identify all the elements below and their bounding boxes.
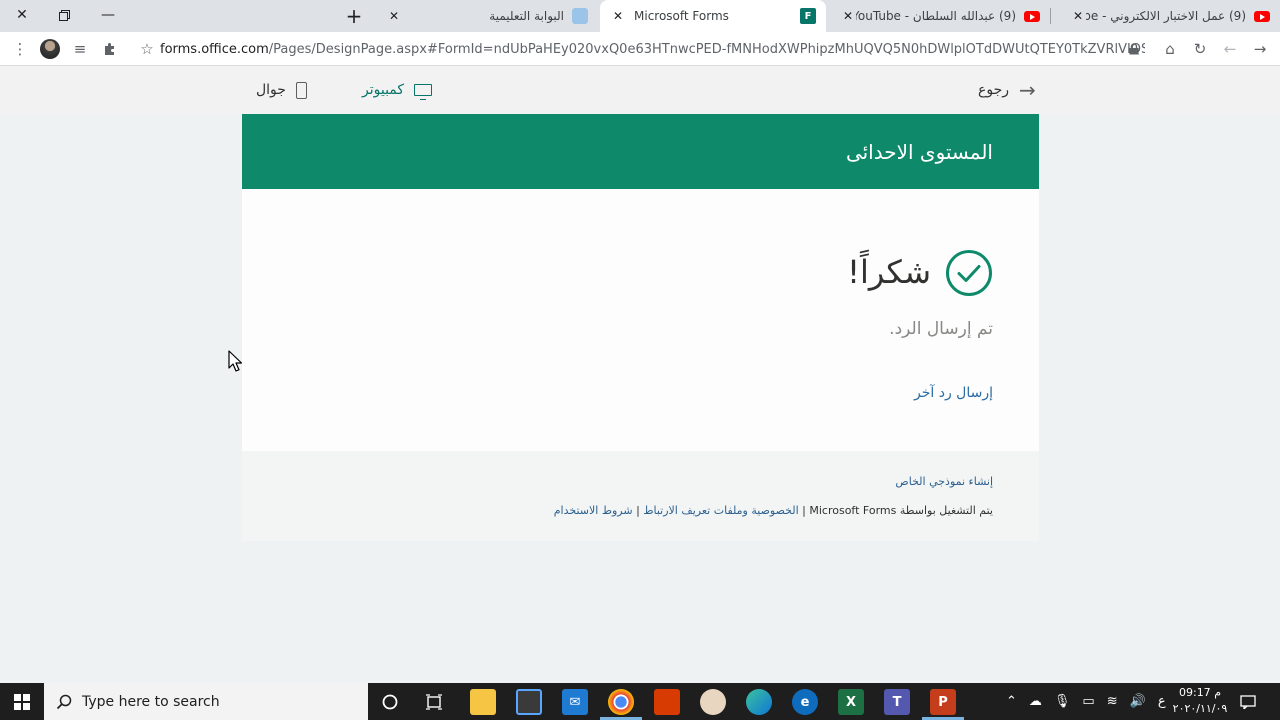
separator: | (636, 504, 640, 517)
speaker-icon[interactable]: 🔊 (1130, 694, 1146, 709)
excel-icon[interactable]: X (838, 689, 864, 715)
close-window-button[interactable]: ✕ (0, 0, 44, 30)
microphone-icon[interactable]: 🎙 (1054, 694, 1071, 709)
notification-icon[interactable] (1240, 683, 1256, 720)
teams-icon[interactable]: T (884, 689, 910, 715)
mobile-view-button[interactable]: جوال (256, 78, 307, 102)
preview-view-bar: → رجوع كمبيوتر جوال (0, 66, 1280, 114)
lock-icon[interactable] (1122, 37, 1146, 61)
chrome-icon[interactable] (608, 689, 634, 715)
forward-arrow-icon[interactable]: → (1248, 37, 1272, 61)
language-indicator[interactable]: ع (1158, 694, 1166, 709)
paint-app-icon[interactable] (700, 689, 726, 715)
windows-logo-icon (14, 693, 30, 710)
form-header: المستوى الاحدائى (242, 114, 1039, 189)
restore-window-button[interactable] (42, 0, 86, 30)
new-tab-button[interactable]: + (340, 4, 368, 28)
address-bar[interactable]: forms.office.com/Pages/DesignPage.aspx#F… (160, 37, 1145, 61)
clock-date: ٢٠٢٠/١١/٠٩ (1172, 702, 1228, 715)
system-tray: ⌃ ☁ 🎙 ▭ ≋ 🔊 ع (1006, 683, 1166, 720)
menu-icon[interactable]: ⋮ (8, 37, 32, 61)
start-button[interactable] (0, 683, 44, 720)
tab-title: (9) عمل الاختبار الالكتروني - YouTube (1086, 9, 1246, 23)
computer-label: كمبيوتر (362, 82, 405, 98)
reading-list-icon[interactable]: ≡ (68, 37, 92, 61)
check-circle-icon (946, 250, 992, 296)
reload-icon[interactable]: ↻ (1188, 37, 1212, 61)
battery-icon[interactable]: ▭ (1082, 694, 1094, 709)
youtube-icon (1024, 8, 1040, 24)
extensions-icon[interactable] (98, 37, 122, 61)
back-label: رجوع (978, 82, 1010, 98)
powerpoint-icon[interactable]: P (930, 689, 956, 715)
thanks-heading: شكراً! (847, 253, 931, 291)
monitor-icon (414, 84, 433, 100)
response-submitted-text: تم إرسال الرد. (889, 319, 993, 339)
bookmark-star-icon[interactable]: ☆ (135, 37, 159, 61)
forms-icon: F (800, 8, 816, 24)
microsoft-store-icon[interactable] (516, 689, 542, 715)
search-placeholder: Type here to search (82, 693, 220, 710)
close-tab-icon[interactable]: ✕ (386, 9, 402, 23)
phone-icon (295, 81, 307, 99)
tab-youtube-exam[interactable]: (9) عمل الاختبار الالكتروني - YouTube ✕ (1060, 0, 1280, 32)
cortana-icon[interactable] (377, 689, 403, 715)
task-view-icon[interactable] (421, 689, 447, 715)
tab-title: Microsoft Forms (634, 9, 729, 23)
close-tab-icon[interactable]: ✕ (840, 9, 856, 23)
avatar[interactable] (40, 39, 60, 59)
tab-microsoft-forms[interactable]: F Microsoft Forms ✕ (600, 0, 826, 32)
windows-taskbar: Type here to search ✉ e X T P ⌃ ☁ 🎙 ▭ ≋ … (0, 683, 1280, 720)
mail-icon[interactable]: ✉ (562, 689, 588, 715)
browser-tabstrip: ✕ — + (9) عمل الاختبار الالكتروني - YouT… (0, 0, 1280, 32)
separator: | (802, 504, 806, 517)
home-icon[interactable]: ⌂ (1158, 37, 1182, 61)
submit-another-link[interactable]: إرسال رد آخر (914, 385, 993, 401)
computer-view-button[interactable]: كمبيوتر (362, 78, 433, 102)
form-title: المستوى الاحدائى (845, 140, 993, 164)
portal-icon (572, 8, 588, 24)
search-icon (56, 694, 72, 709)
back-arrow-icon[interactable]: ← (1218, 37, 1242, 61)
url-domain: forms.office.com (160, 41, 269, 57)
arrow-right-icon: → (1019, 78, 1036, 102)
minimize-window-button[interactable]: — (86, 0, 130, 30)
file-explorer-icon[interactable] (470, 689, 496, 715)
taskbar-clock[interactable]: 09:17 م ٢٠٢٠/١١/٠٩ (1172, 685, 1228, 717)
edge-icon[interactable] (746, 689, 772, 715)
edge-legacy-icon[interactable]: e (792, 689, 818, 715)
tab-youtube-channel[interactable]: (9) عبدالله السلطان - YouTube ✕ (830, 0, 1050, 32)
close-tab-icon[interactable]: ✕ (610, 9, 626, 23)
form-footer: إنشاء نموذجي الخاص يتم التشغيل بواسطة Mi… (242, 451, 1039, 541)
office-icon[interactable] (654, 689, 680, 715)
tab-title: (9) عبدالله السلطان - YouTube (856, 9, 1016, 23)
form-confirmation: شكراً! تم إرسال الرد. إرسال رد آخر (242, 189, 1039, 451)
mobile-label: جوال (256, 82, 286, 98)
url-path: /Pages/DesignPage.aspx#FormId=ndUbPaHEy0… (268, 41, 1145, 57)
wifi-icon[interactable]: ≋ (1107, 694, 1118, 709)
clock-time: 09:17 م (1178, 686, 1221, 699)
tab-title: البوابة التعليمية (489, 9, 564, 23)
powered-by-text: يتم التشغيل بواسطة Microsoft Forms (809, 504, 993, 517)
youtube-icon (1254, 8, 1270, 24)
back-button[interactable]: → رجوع (978, 78, 1036, 102)
chevron-up-icon[interactable]: ⌃ (1006, 694, 1017, 709)
onedrive-icon[interactable]: ☁ (1029, 694, 1042, 709)
terms-link[interactable]: شروط الاستخدام (554, 504, 633, 517)
tab-educational-portal[interactable]: البوابة التعليمية ✕ (376, 0, 598, 32)
taskbar-search-box[interactable]: Type here to search (44, 683, 368, 720)
create-own-form-link[interactable]: إنشاء نموذجي الخاص (895, 475, 993, 488)
powered-by-line: يتم التشغيل بواسطة Microsoft Forms | الخ… (554, 504, 993, 517)
tab-separator (1050, 8, 1051, 24)
browser-toolbar: ⋮ ≡ ☆ forms.office.com/Pages/DesignPage.… (0, 32, 1280, 66)
close-tab-icon[interactable]: ✕ (1070, 9, 1086, 23)
privacy-link[interactable]: الخصوصية وملفات تعريف الارتباط (643, 504, 798, 517)
